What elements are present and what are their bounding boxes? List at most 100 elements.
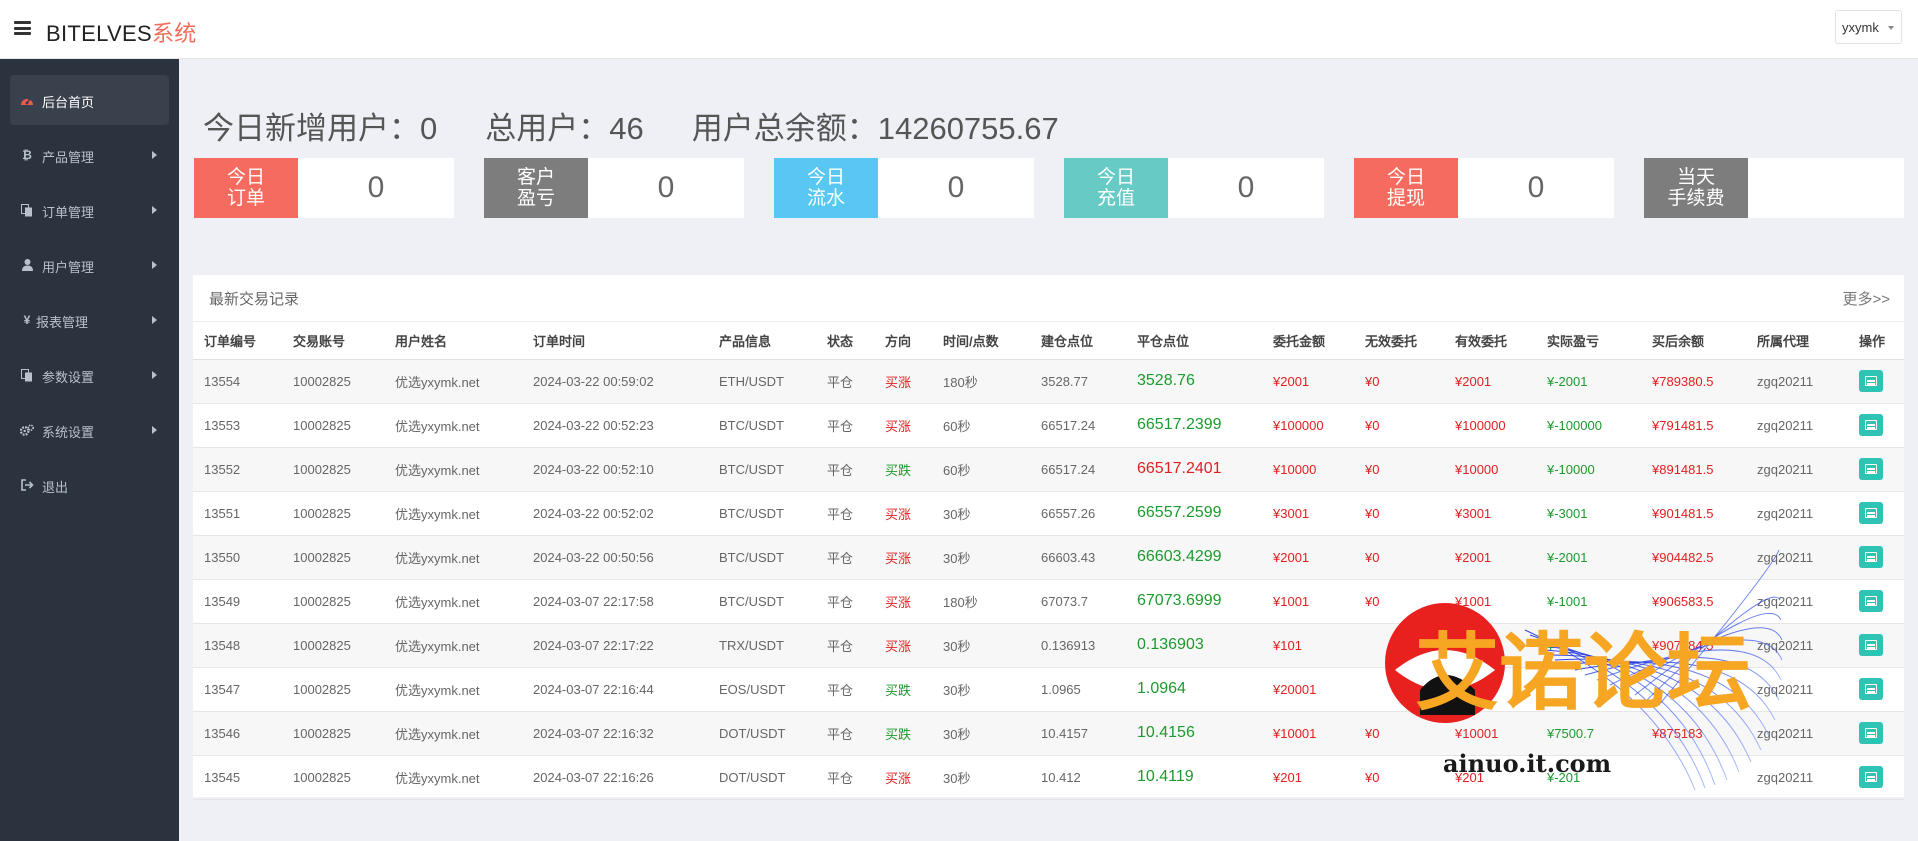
cell-status: 平仓 (816, 491, 874, 536)
cell-entrust-amount: ¥10001 (1262, 711, 1354, 756)
column-header: 用户姓名 (384, 322, 522, 360)
cell-order-time: 2024-03-22 00:50:56 (522, 535, 708, 580)
cell-open-price: 10.412 (1030, 755, 1126, 800)
sidebar-item-label: 订单管理 (42, 205, 95, 220)
sidebar-item-dashboard[interactable]: 后台首页 (10, 75, 169, 125)
new-users-stat: 今日新增用户：0 (203, 111, 438, 146)
sidebar-item-logout[interactable]: 退出 (0, 460, 179, 510)
sidebar-item-label: 系统设置 (42, 425, 95, 440)
cell-balance-after: ¥906583.5 (1641, 579, 1746, 624)
card-tag: 当天 手续费 (1644, 158, 1748, 218)
cell-direction: 买跌 (874, 447, 932, 492)
detail-button[interactable] (1859, 722, 1883, 744)
cell-status: 平仓 (816, 403, 874, 448)
cell-valid-entrust: ¥3001 (1444, 491, 1536, 536)
total-balance-stat: 用户总余额：14260755.67 (691, 111, 1059, 146)
cell-open-price: 66517.24 (1030, 403, 1126, 448)
card-tag-line2: 充值 (1096, 188, 1135, 209)
sidebar-item-system[interactable]: 系统设置 (0, 405, 179, 455)
cell-user-name: 优选yxymk.net (384, 667, 522, 712)
sidebar-item-label: 报表管理 (36, 315, 89, 330)
cell-actual-pnl (1536, 667, 1641, 712)
cell-account: 10002825 (282, 579, 384, 624)
cell-order-id: 13546 (193, 711, 282, 756)
card-value: 0 (1527, 171, 1545, 204)
column-header: 建仓点位 (1030, 322, 1126, 360)
cell-direction: 买涨 (874, 755, 932, 800)
list-icon (1865, 464, 1877, 474)
cell-valid-entrust: ¥201 (1444, 755, 1536, 800)
card-tag: 今日 订单 (194, 158, 298, 218)
cell-order-time: 2024-03-07 22:16:44 (522, 667, 708, 712)
cell-close-price: 0.136903 (1126, 623, 1262, 668)
table-row: 13545 10002825 优选yxymk.net 2024-03-07 22:16… (193, 755, 1904, 800)
table-row: 13551 10002825 优选yxymk.net 2024-03-22 00:52… (193, 491, 1904, 536)
total-users-stat: 总用户：46 (485, 111, 644, 146)
menu-toggle-icon[interactable] (14, 21, 31, 35)
user-name: yxymk (1842, 20, 1879, 35)
detail-button[interactable] (1859, 370, 1883, 392)
cell-user-name: 优选yxymk.net (384, 755, 522, 800)
cell-operation (1848, 623, 1904, 668)
brand-main: BITELVES (46, 21, 152, 46)
detail-button[interactable] (1859, 502, 1883, 524)
sidebar-item-users[interactable]: 用户管理 (0, 240, 179, 290)
cell-order-time: 2024-03-07 22:16:26 (522, 755, 708, 800)
card-value: 0 (947, 171, 965, 204)
detail-button[interactable] (1859, 458, 1883, 480)
card-tag-line2: 手续费 (1667, 188, 1725, 209)
cell-open-price: 10.4157 (1030, 711, 1126, 756)
chevron-right-icon (152, 371, 157, 379)
detail-button[interactable] (1859, 766, 1883, 788)
sidebar-item-orders[interactable]: 订单管理 (0, 185, 179, 235)
more-link[interactable]: 更多>> (1842, 288, 1890, 309)
brand-logo: BITELVES系统 (46, 16, 197, 48)
cell-duration: 180秒 (932, 579, 1030, 624)
card-tag-line1: 今日 (1386, 167, 1425, 188)
cell-agent: zgq20211 (1746, 359, 1848, 404)
card-tag: 今日 流水 (774, 158, 878, 218)
cell-product: BTC/USDT (708, 403, 816, 448)
detail-button[interactable] (1859, 678, 1883, 700)
cell-valid-entrust: ¥10000 (1444, 447, 1536, 492)
cell-direction: 买跌 (874, 667, 932, 712)
card-value: 0 (657, 171, 675, 204)
cell-operation (1848, 711, 1904, 756)
list-icon (1865, 552, 1877, 562)
cell-invalid-entrust: ¥0 (1354, 755, 1444, 800)
card-tag: 今日 充值 (1064, 158, 1168, 218)
copy-icon (20, 203, 34, 217)
cell-product: DOT/USDT (708, 755, 816, 800)
detail-button[interactable] (1859, 590, 1883, 612)
user-dropdown[interactable]: yxymk (1835, 10, 1902, 44)
cell-product: DOT/USDT (708, 711, 816, 756)
card-tag-line2: 提现 (1386, 188, 1425, 209)
top-header: BITELVES系统 yxymk (0, 0, 1918, 59)
card-today-withdraw: 今日 提现 0 (1354, 158, 1614, 218)
cell-operation (1848, 359, 1904, 404)
detail-button[interactable] (1859, 546, 1883, 568)
card-tag: 今日 提现 (1354, 158, 1458, 218)
table-row: 13548 10002825 优选yxymk.net 2024-03-07 22:17… (193, 623, 1904, 668)
sidebar-item-products[interactable]: ₿ 产品管理 (0, 130, 179, 180)
cell-close-price: 66517.2399 (1126, 403, 1262, 448)
cell-product: BTC/USDT (708, 579, 816, 624)
cell-order-id: 13552 (193, 447, 282, 492)
detail-button[interactable] (1859, 634, 1883, 656)
table-row: 13546 10002825 优选yxymk.net 2024-03-07 22:16… (193, 711, 1904, 756)
table-row: 13553 10002825 优选yxymk.net 2024-03-22 00:52… (193, 403, 1904, 448)
column-header: 实际盈亏 (1536, 322, 1641, 360)
sidebar-item-label: 退出 (42, 480, 69, 495)
sidebar-item-params[interactable]: 参数设置 (0, 350, 179, 400)
sidebar-item-label: 产品管理 (42, 150, 95, 165)
cell-operation (1848, 755, 1904, 800)
sidebar-item-reports[interactable]: ¥ 报表管理 (0, 295, 179, 345)
card-tag-line1: 客户 (516, 167, 555, 188)
detail-button[interactable] (1859, 414, 1883, 436)
column-header: 订单时间 (522, 322, 708, 360)
cell-user-name: 优选yxymk.net (384, 623, 522, 668)
cell-balance-after (1641, 667, 1746, 712)
cell-agent: zgq20211 (1746, 711, 1848, 756)
cell-user-name: 优选yxymk.net (384, 359, 522, 404)
table-row: 13550 10002825 优选yxymk.net 2024-03-22 00:50… (193, 535, 1904, 580)
